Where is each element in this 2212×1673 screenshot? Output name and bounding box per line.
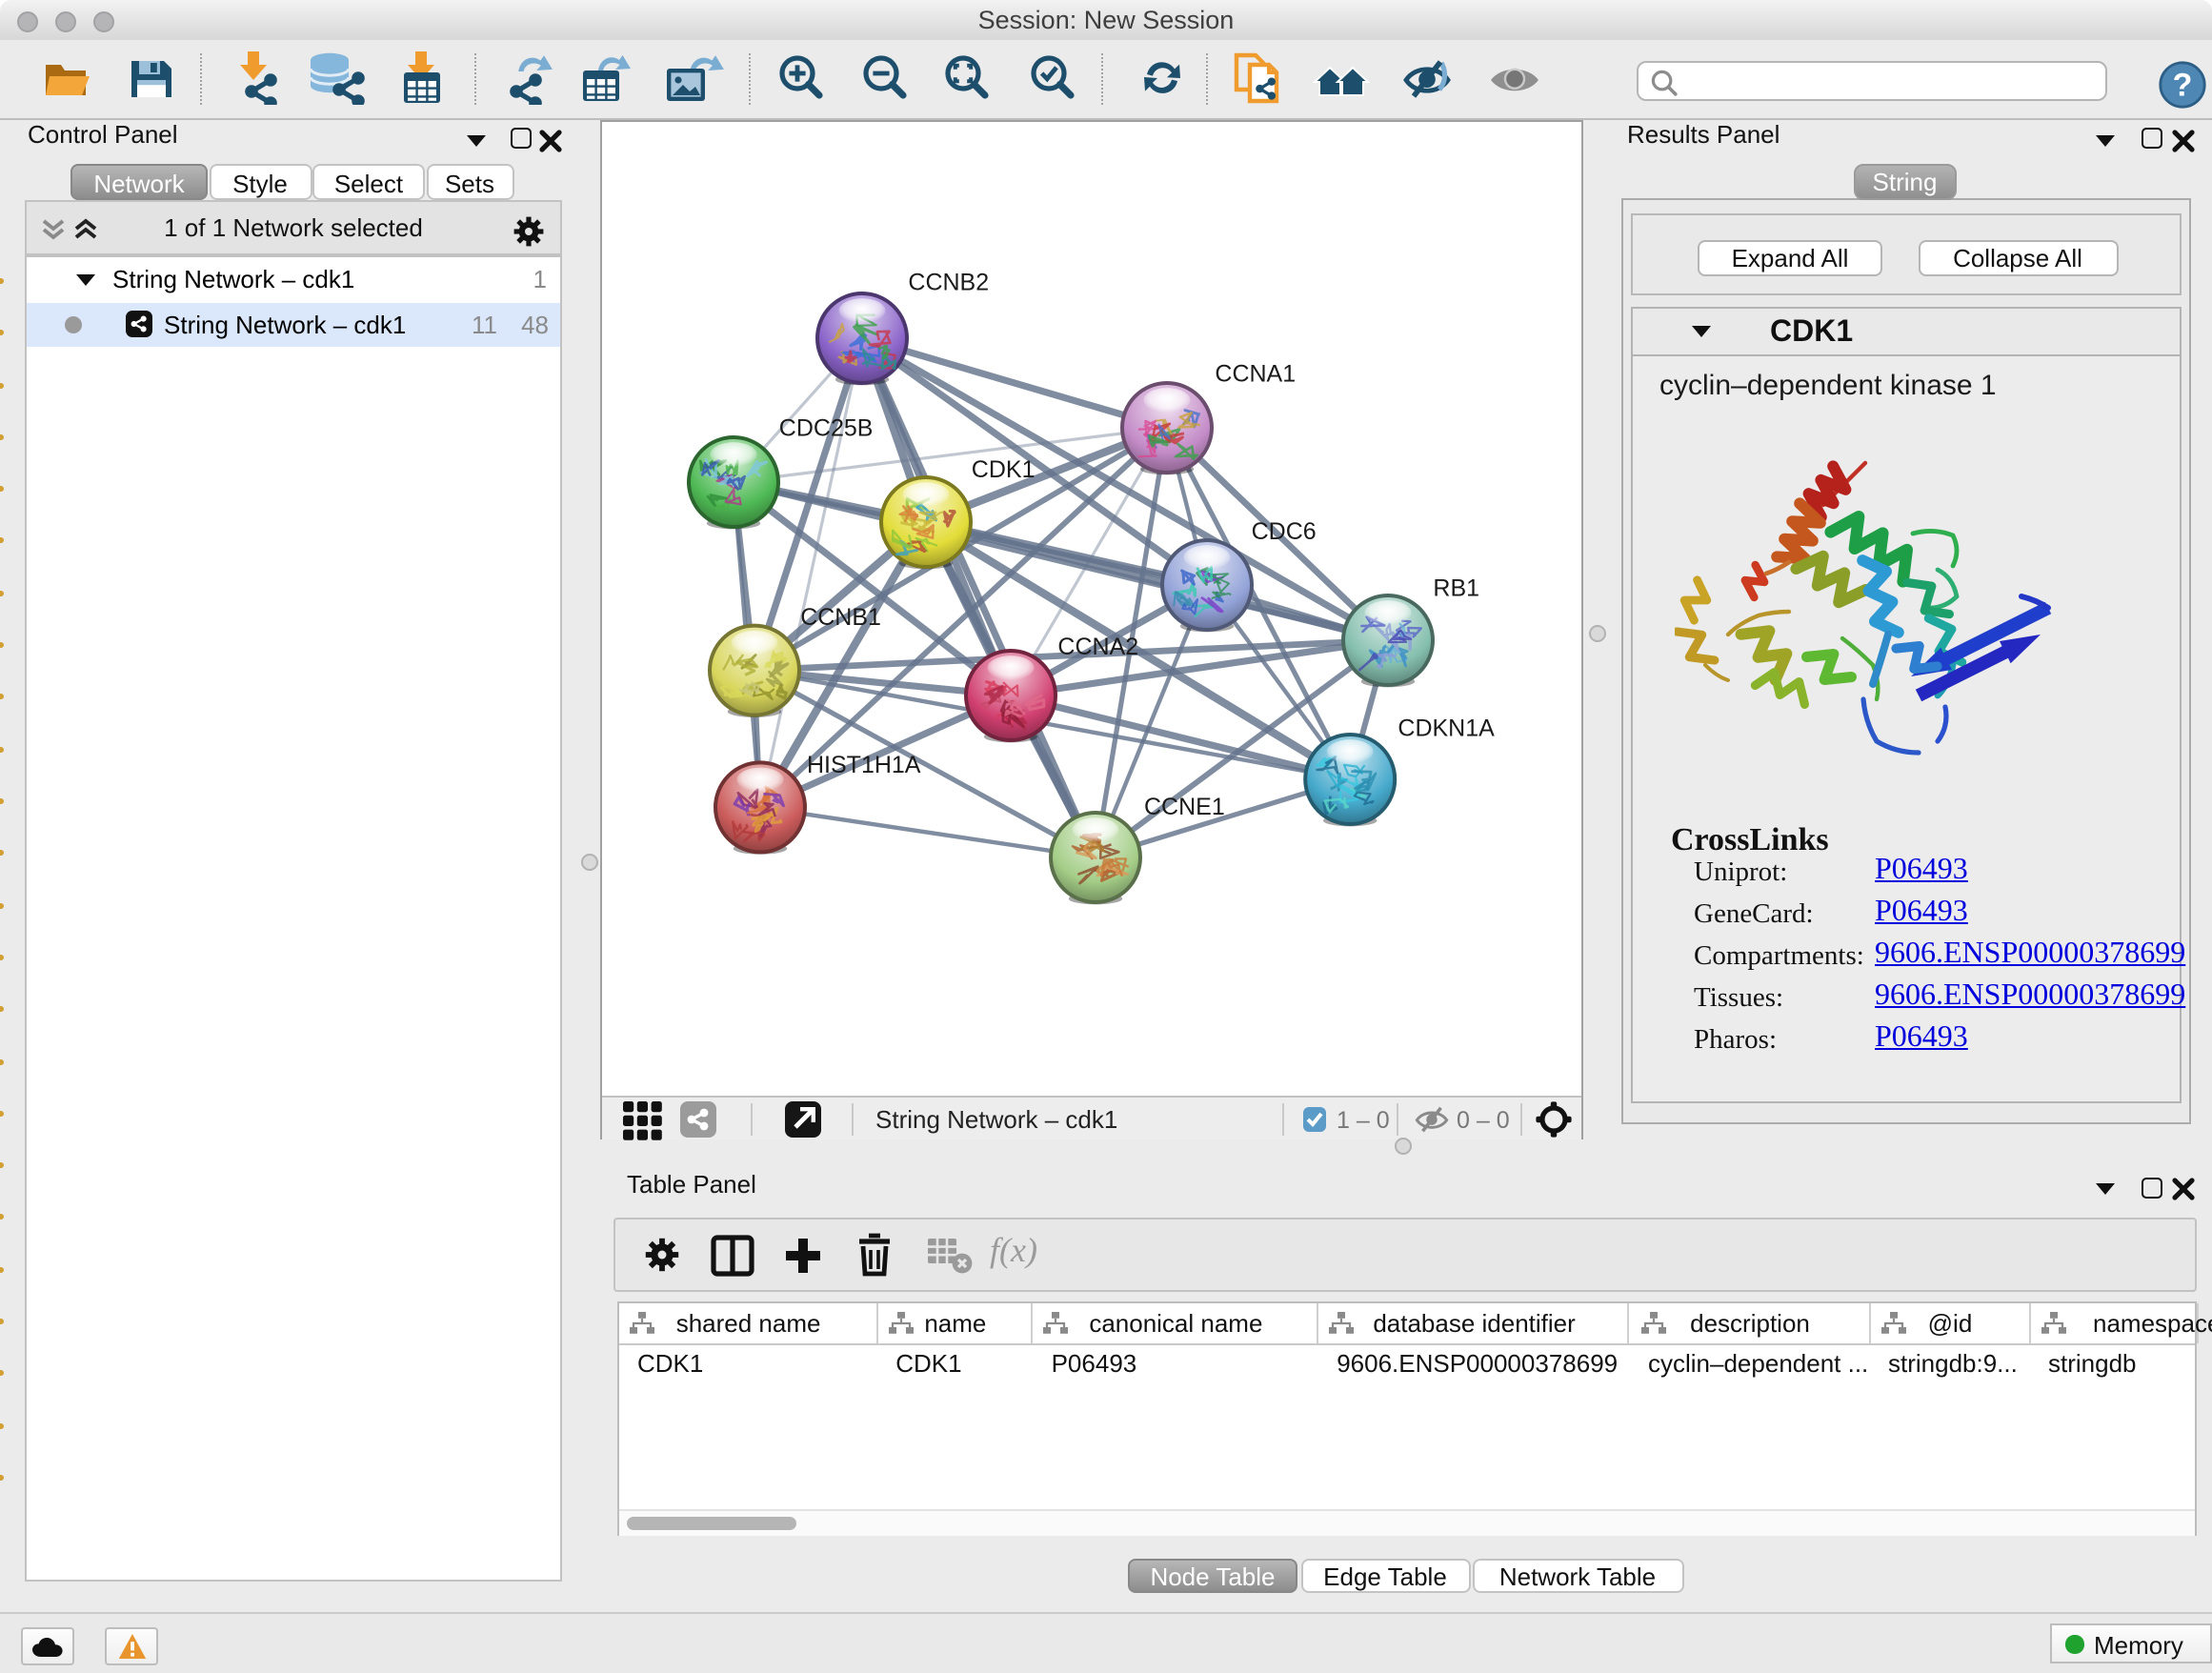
svg-text:HIST1H1A: HIST1H1A xyxy=(806,752,920,778)
svg-text:CDC25B: CDC25B xyxy=(778,414,873,441)
svg-text:CDK1: CDK1 xyxy=(971,456,1035,483)
svg-text:CDC6: CDC6 xyxy=(1251,518,1316,545)
svg-text:CCNA2: CCNA2 xyxy=(1056,634,1137,660)
svg-text:CCNB2: CCNB2 xyxy=(907,269,988,295)
svg-text:CDKN1A: CDKN1A xyxy=(1397,715,1494,741)
svg-text:CCNB1: CCNB1 xyxy=(799,604,880,631)
svg-text:RB1: RB1 xyxy=(1432,574,1478,601)
svg-text:CCNA1: CCNA1 xyxy=(1214,360,1295,387)
svg-text:CCNE1: CCNE1 xyxy=(1143,794,1224,820)
svg-text:?: ? xyxy=(2173,67,2193,103)
